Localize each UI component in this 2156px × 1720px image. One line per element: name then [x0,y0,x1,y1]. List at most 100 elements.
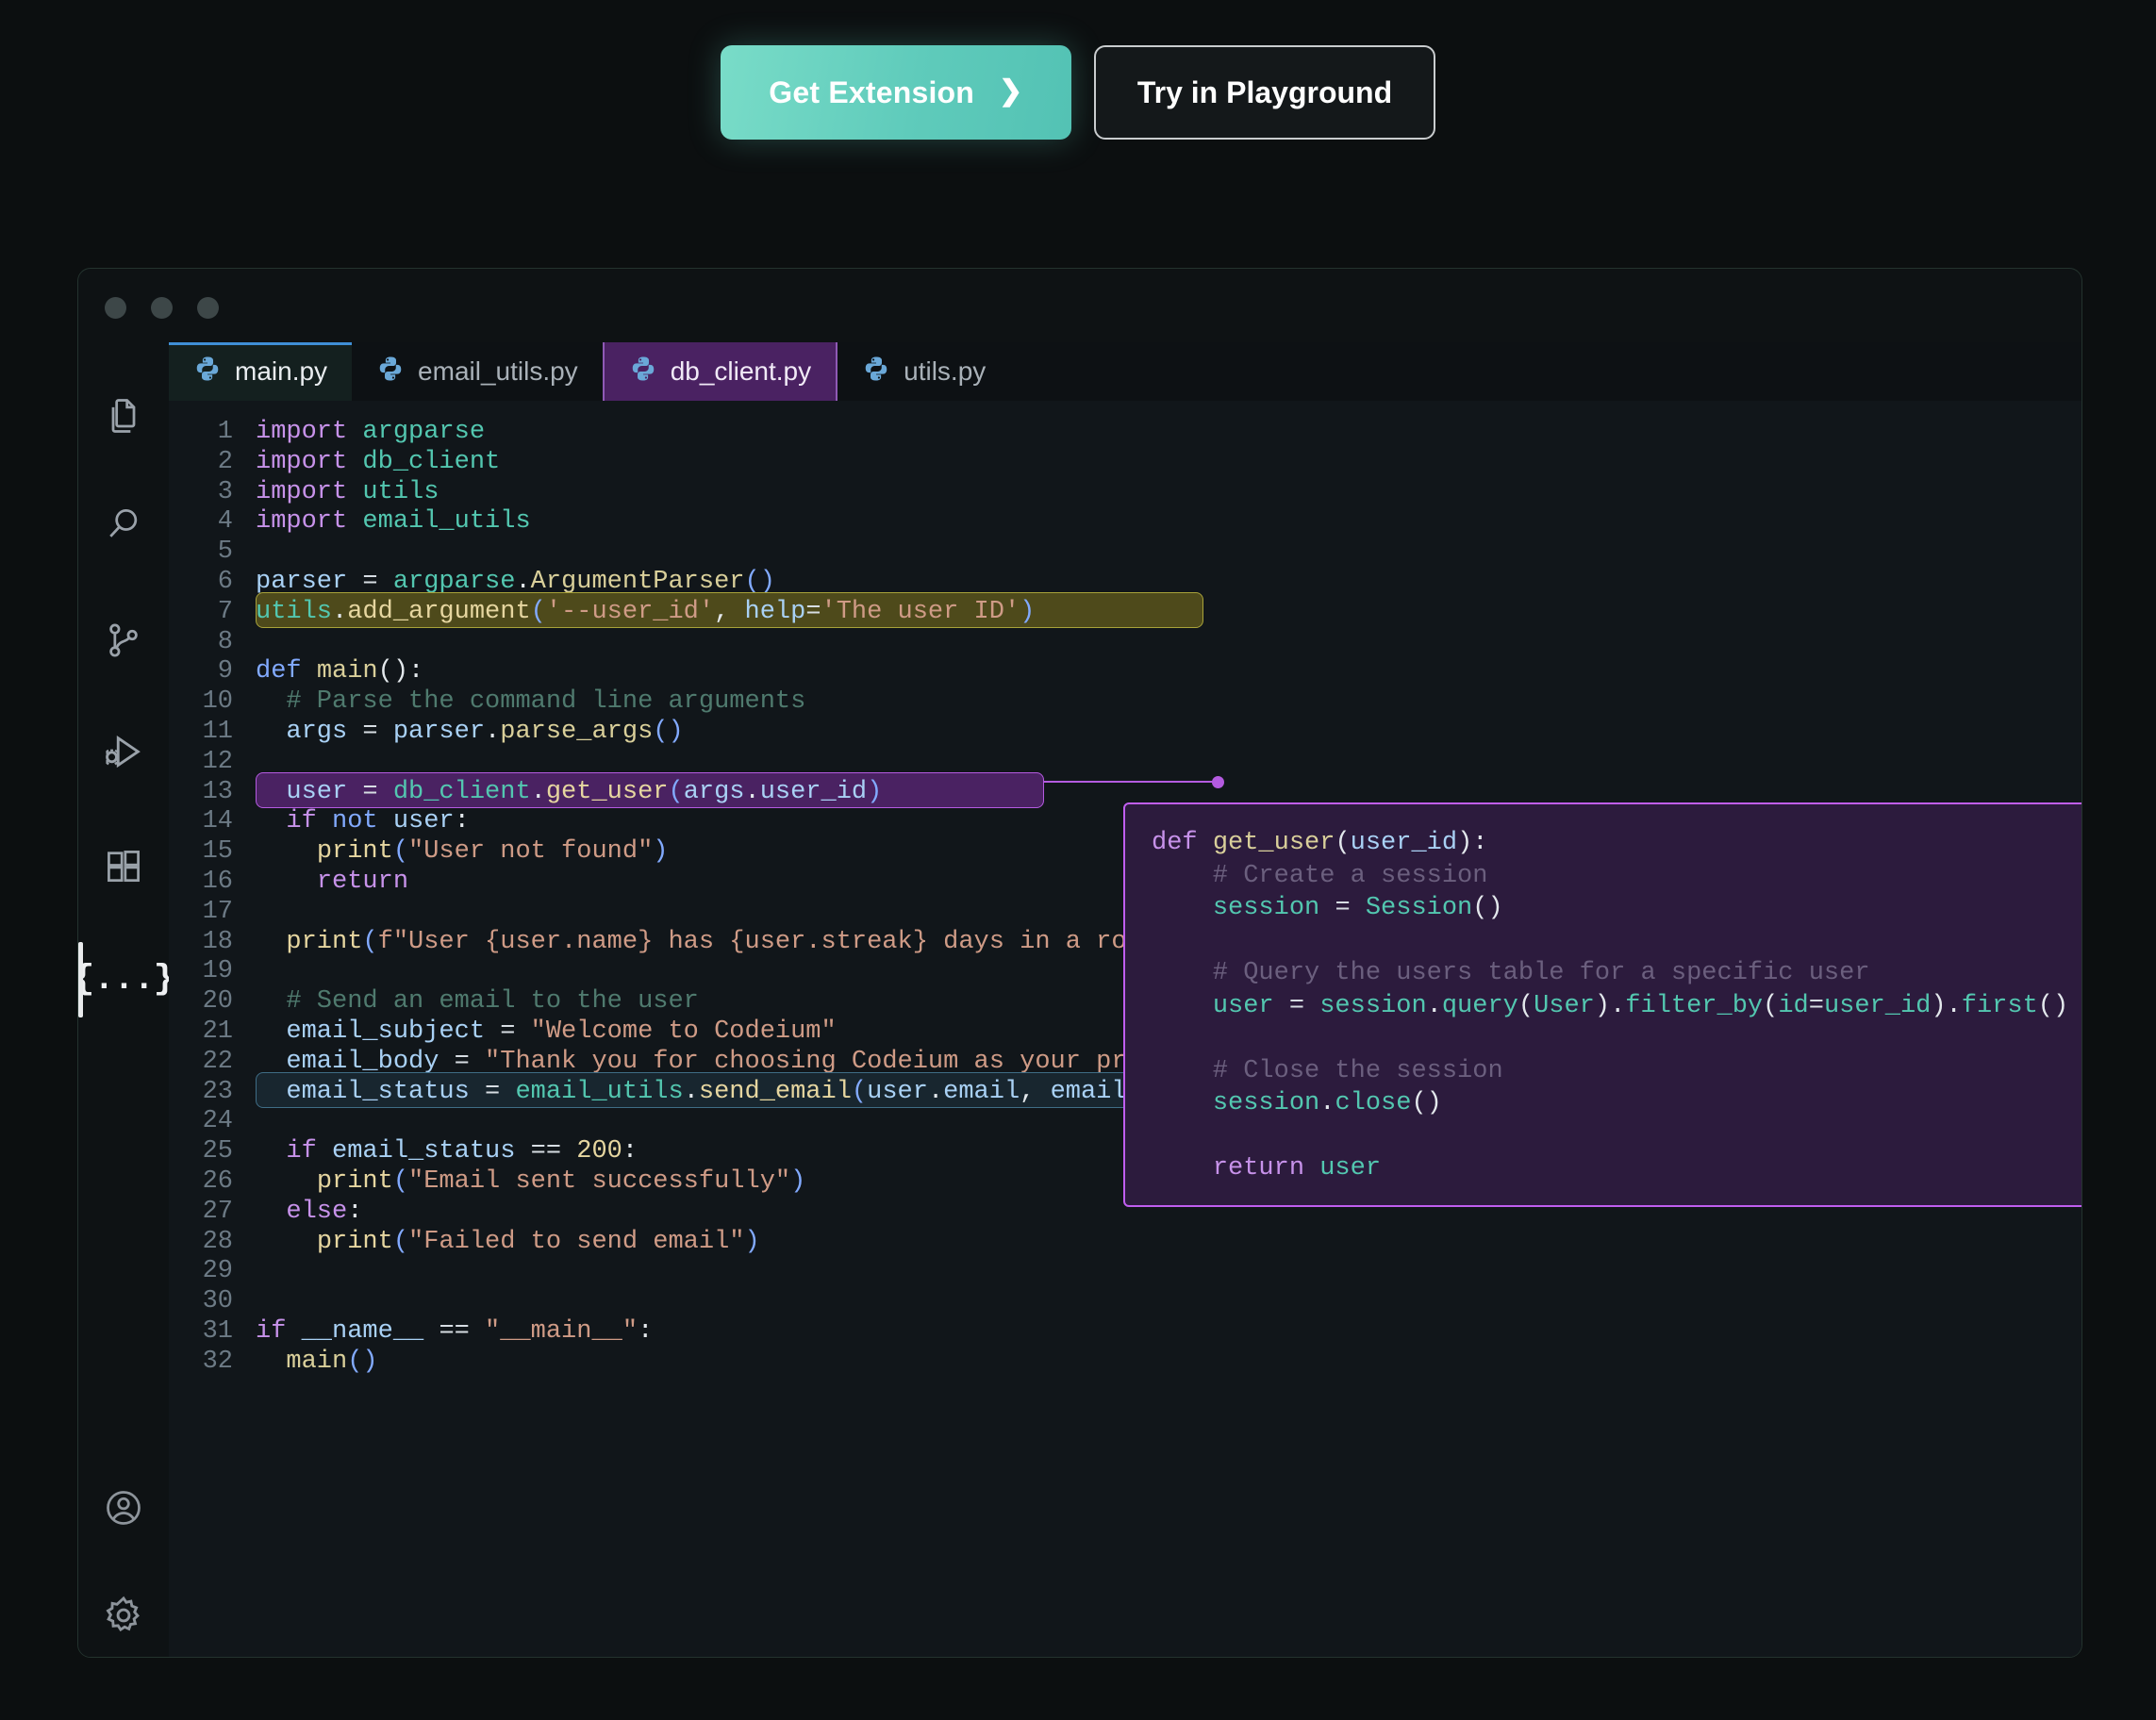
popup-code-line: # Create a session [1152,861,1488,890]
line-number: 16 [202,867,233,896]
line-number: 15 [202,837,233,867]
popup-code-line: # Query the users table for a specific u… [1152,959,1870,987]
source-control-icon [103,620,144,661]
try-in-playground-button[interactable]: Try in Playground [1093,45,1436,140]
account-icon [103,1487,144,1529]
sidebar-item-source-control[interactable] [78,595,169,686]
popup-code-line [1125,1022,2081,1055]
code-line: 29 [169,1257,2081,1287]
chevron-right-icon: ❯ [999,75,1023,107]
gear-icon [102,1594,145,1637]
search-icon [103,504,144,545]
popup-code-line: def get_user(user_id): [1152,829,1488,857]
extensions-icon [103,846,144,887]
line-number: 26 [202,1166,233,1196]
sidebar-item-codeium[interactable]: {...} [78,934,174,1025]
python-icon [629,355,657,389]
line-number: 1 [217,418,233,446]
sidebar-item-account[interactable] [78,1463,169,1553]
zoom-dot[interactable] [197,297,219,319]
line-number: 20 [202,987,233,1017]
line-number: 27 [202,1197,233,1226]
line-number: 18 [202,927,233,956]
tab-utils-py[interactable]: utils.py [838,342,1011,401]
tab-label: utils.py [904,356,987,386]
line-number: 4 [217,507,233,537]
line-number: 10 [202,687,233,717]
code-line: 8 [169,628,2081,658]
code-line: 5 [169,538,2081,568]
run-debug-icon [102,732,145,775]
sidebar-item-run-and-debug[interactable] [78,708,169,799]
code-line: 30 [169,1287,2081,1317]
popup-code-line: session = Session() [1212,894,1503,922]
sidebar-item-search[interactable] [78,479,169,570]
code-line: 11 args = parser.parse_args() [169,718,2081,748]
line-number: 11 [202,717,233,746]
try-in-playground-label: Try in Playground [1136,74,1393,109]
python-icon [193,355,222,389]
close-dot[interactable] [105,297,126,319]
popup-code-line: # Close the session [1152,1056,1503,1085]
line-number: 19 [202,957,233,986]
braces-icon: {...} [77,960,174,1000]
popup-code-line: return user [1212,1154,1382,1182]
tab-label: email_utils.py [418,356,578,386]
line-number: 2 [217,447,233,476]
code-line: 2 import db_client [169,448,2081,478]
line-number: 3 [217,477,233,506]
code-line: 10 # Parse the command line arguments [169,687,2081,718]
line-number: 23 [202,1077,233,1106]
line-number: 5 [217,538,233,567]
popup-code-line [1125,925,2081,958]
code-line-highlighted-olive: 7 utils.add_argument('--user_id', help='T… [169,591,2081,628]
line-number: 30 [202,1287,233,1316]
tab-email-utils-py[interactable]: email_utils.py [352,342,603,401]
get-extension-button[interactable]: Get Extension ❯ [720,45,1071,140]
line-number: 14 [202,807,233,836]
line-number: 21 [202,1017,233,1046]
line-number: 9 [217,657,233,686]
line-number: 12 [202,747,233,776]
line-number: 28 [202,1227,233,1256]
activity-bar: {...} [78,342,174,1657]
line-number: 31 [202,1316,233,1346]
editor-tabstrip: main.py email_utils.py db_client.py util… [169,342,2081,401]
sidebar-item-extensions[interactable] [78,821,169,912]
python-icon [376,355,405,389]
code-line: 9 def main(): [169,657,2081,687]
code-line: 31 if __name__ == "__main__": [169,1317,2081,1348]
line-number: 25 [202,1137,233,1166]
sidebar-item-explorer[interactable] [78,371,169,461]
code-line: 28 print("Failed to send email") [169,1228,2081,1258]
tab-label: db_client.py [670,356,812,386]
get-extension-label: Get Extension [769,74,975,109]
line-number: 6 [217,567,233,596]
popup-connector-dot [1212,776,1224,788]
line-number: 24 [202,1107,233,1136]
python-icon [862,355,890,389]
popup-code-line [1125,1120,2081,1153]
tab-main-py[interactable]: main.py [169,342,353,401]
line-number: 17 [202,897,233,926]
sidebar-item-settings[interactable] [78,1570,169,1657]
line-number: 32 [202,1347,233,1376]
files-icon [103,395,144,437]
cta-button-row: Get Extension ❯ Try in Playground [0,45,2156,140]
code-line: 4 import email_utils [169,507,2081,538]
tab-label: main.py [235,356,328,386]
code-line: 3 import utils [169,478,2081,508]
line-number: 29 [202,1257,233,1286]
code-line: 1 import argparse [169,418,2081,448]
function-preview-popup: def get_user(user_id): # Create a sessio… [1123,802,2081,1207]
window-titlebar [78,269,2081,342]
window-traffic-lights [105,297,219,319]
tab-db-client-py[interactable]: db_client.py [602,342,838,401]
code-line: 32 main() [169,1348,2081,1378]
popup-connector-line [1044,781,1223,783]
line-number: 8 [217,627,233,656]
popup-code-line: user = session.query(User).filter_by(id=… [1212,991,2069,1020]
minimize-dot[interactable] [151,297,173,319]
popup-code-line: session.close() [1212,1089,1442,1117]
code-editor-window: {...} main.py email_utils.py db_client.p… [77,268,2082,1658]
